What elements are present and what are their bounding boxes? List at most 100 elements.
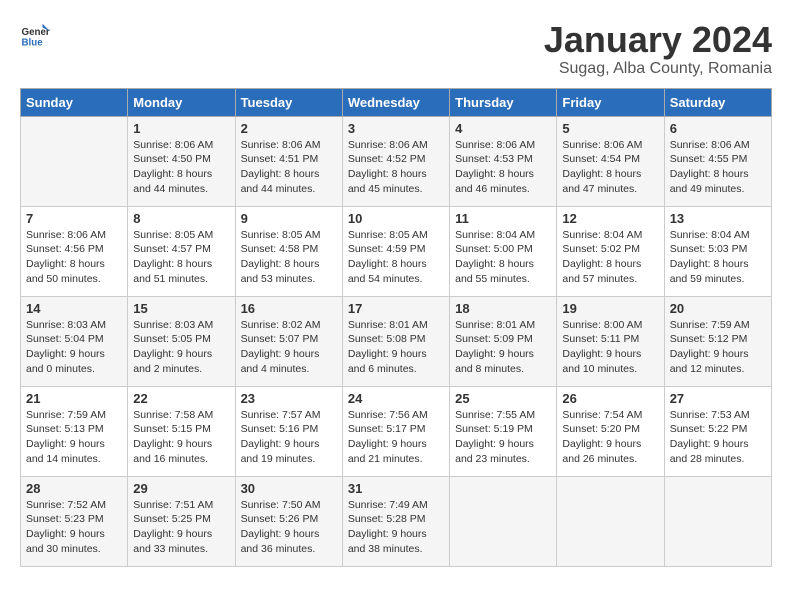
page-header: General Blue January 2024 Sugag, Alba Co…: [20, 20, 772, 78]
calendar-day-cell: 26 Sunrise: 7:54 AMSunset: 5:20 PMDayligh…: [557, 386, 664, 476]
day-info: Sunrise: 8:06 AMSunset: 4:54 PMDaylight:…: [562, 138, 658, 197]
calendar-day-cell: [450, 476, 557, 566]
day-number: 14: [26, 301, 122, 316]
day-info: Sunrise: 8:03 AMSunset: 5:05 PMDaylight:…: [133, 318, 229, 377]
day-number: 27: [670, 391, 766, 406]
title-block: January 2024 Sugag, Alba County, Romania: [544, 20, 772, 78]
day-info: Sunrise: 8:06 AMSunset: 4:51 PMDaylight:…: [241, 138, 337, 197]
day-number: 15: [133, 301, 229, 316]
calendar-day-cell: 17Sunrise: 8:01 AMSunset: 5:08 PMDayligh…: [342, 296, 449, 386]
calendar-day-cell: 12Sunrise: 8:04 AMSunset: 5:02 PMDayligh…: [557, 206, 664, 296]
day-number: 31: [348, 481, 444, 496]
day-number: 24: [348, 391, 444, 406]
weekday-header-sunday: Sunday: [21, 88, 128, 116]
day-number: 10: [348, 211, 444, 226]
day-info: Sunrise: 7:54 AMSunset: 5:20 PMDaylight:…: [562, 408, 658, 467]
calendar-day-cell: 24 Sunrise: 7:56 AMSunset: 5:17 PMDayligh…: [342, 386, 449, 476]
calendar-day-cell: 16Sunrise: 8:02 AMSunset: 5:07 PMDayligh…: [235, 296, 342, 386]
day-number: 18: [455, 301, 551, 316]
day-number: 17: [348, 301, 444, 316]
day-info: Sunrise: 7:49 AMSunset: 5:28 PMDaylight:…: [348, 498, 444, 557]
weekday-header-friday: Friday: [557, 88, 664, 116]
day-info: Sunrise: 8:02 AMSunset: 5:07 PMDaylight:…: [241, 318, 337, 377]
day-info: Sunrise: 8:03 AMSunset: 5:04 PMDaylight:…: [26, 318, 122, 377]
day-info: Sunrise: 7:59 AMSunset: 5:13 PMDaylight:…: [26, 408, 122, 467]
logo: General Blue: [20, 20, 50, 50]
weekday-header-row: SundayMondayTuesdayWednesdayThursdayFrid…: [21, 88, 772, 116]
day-number: 22: [133, 391, 229, 406]
calendar-day-cell: 4 Sunrise: 8:06 AMSunset: 4:53 PMDaylight…: [450, 116, 557, 206]
calendar-day-cell: 25Sunrise: 7:55 AMSunset: 5:19 PMDayligh…: [450, 386, 557, 476]
day-number: 1: [133, 121, 229, 136]
day-number: 7: [26, 211, 122, 226]
day-number: 30: [241, 481, 337, 496]
day-info: Sunrise: 8:05 AMSunset: 4:57 PMDaylight:…: [133, 228, 229, 287]
day-number: 29: [133, 481, 229, 496]
calendar-day-cell: 19Sunrise: 8:00 AMSunset: 5:11 PMDayligh…: [557, 296, 664, 386]
day-number: 11: [455, 211, 551, 226]
weekday-header-saturday: Saturday: [664, 88, 771, 116]
calendar-week-row: 7Sunrise: 8:06 AMSunset: 4:56 PMDaylight…: [21, 206, 772, 296]
weekday-header-tuesday: Tuesday: [235, 88, 342, 116]
day-info: Sunrise: 7:56 AMSunset: 5:17 PMDaylight:…: [348, 408, 444, 467]
day-info: Sunrise: 8:05 AMSunset: 4:58 PMDaylight:…: [241, 228, 337, 287]
calendar-week-row: 14 Sunrise: 8:03 AMSunset: 5:04 PMDayligh…: [21, 296, 772, 386]
calendar-day-cell: 15 Sunrise: 8:03 AMSunset: 5:05 PMDayligh…: [128, 296, 235, 386]
day-number: 26: [562, 391, 658, 406]
calendar-header: SundayMondayTuesdayWednesdayThursdayFrid…: [21, 88, 772, 116]
calendar-day-cell: 30 Sunrise: 7:50 AMSunset: 5:26 PMDayligh…: [235, 476, 342, 566]
calendar-day-cell: 20Sunrise: 7:59 AMSunset: 5:12 PMDayligh…: [664, 296, 771, 386]
day-number: 23: [241, 391, 337, 406]
location: Sugag, Alba County, Romania: [544, 60, 772, 78]
day-number: 19: [562, 301, 658, 316]
calendar-day-cell: 9Sunrise: 8:05 AMSunset: 4:58 PMDaylight…: [235, 206, 342, 296]
day-number: 12: [562, 211, 658, 226]
day-info: Sunrise: 7:59 AMSunset: 5:12 PMDaylight:…: [670, 318, 766, 377]
day-info: Sunrise: 8:04 AMSunset: 5:03 PMDaylight:…: [670, 228, 766, 287]
calendar-day-cell: 6Sunrise: 8:06 AMSunset: 4:55 PMDaylight…: [664, 116, 771, 206]
day-info: Sunrise: 7:57 AMSunset: 5:16 PMDaylight:…: [241, 408, 337, 467]
calendar-day-cell: 10 Sunrise: 8:05 AMSunset: 4:59 PMDayligh…: [342, 206, 449, 296]
calendar-day-cell: 27Sunrise: 7:53 AMSunset: 5:22 PMDayligh…: [664, 386, 771, 476]
calendar-day-cell: 29 Sunrise: 7:51 AMSunset: 5:25 PMDayligh…: [128, 476, 235, 566]
calendar-day-cell: 5 Sunrise: 8:06 AMSunset: 4:54 PMDaylight…: [557, 116, 664, 206]
calendar-day-cell: 21Sunrise: 7:59 AMSunset: 5:13 PMDayligh…: [21, 386, 128, 476]
calendar-week-row: 21Sunrise: 7:59 AMSunset: 5:13 PMDayligh…: [21, 386, 772, 476]
day-info: Sunrise: 8:04 AMSunset: 5:00 PMDaylight:…: [455, 228, 551, 287]
calendar-day-cell: 31 Sunrise: 7:49 AMSunset: 5:28 PMDayligh…: [342, 476, 449, 566]
calendar-week-row: 28Sunrise: 7:52 AMSunset: 5:23 PMDayligh…: [21, 476, 772, 566]
day-number: 5: [562, 121, 658, 136]
svg-text:Blue: Blue: [22, 38, 44, 49]
calendar-day-cell: 11 Sunrise: 8:04 AMSunset: 5:00 PMDayligh…: [450, 206, 557, 296]
calendar-day-cell: 1 Sunrise: 8:06 AMSunset: 4:50 PMDaylight…: [128, 116, 235, 206]
day-info: Sunrise: 8:05 AMSunset: 4:59 PMDaylight:…: [348, 228, 444, 287]
day-number: 6: [670, 121, 766, 136]
calendar-body: 1 Sunrise: 8:06 AMSunset: 4:50 PMDaylight…: [21, 116, 772, 566]
day-info: Sunrise: 8:06 AMSunset: 4:50 PMDaylight:…: [133, 138, 229, 197]
day-number: 2: [241, 121, 337, 136]
day-number: 25: [455, 391, 551, 406]
day-info: Sunrise: 8:01 AMSunset: 5:09 PMDaylight:…: [455, 318, 551, 377]
day-info: Sunrise: 8:06 AMSunset: 4:52 PMDaylight:…: [348, 138, 444, 197]
calendar-day-cell: 7Sunrise: 8:06 AMSunset: 4:56 PMDaylight…: [21, 206, 128, 296]
weekday-header-thursday: Thursday: [450, 88, 557, 116]
calendar-day-cell: 22Sunrise: 7:58 AMSunset: 5:15 PMDayligh…: [128, 386, 235, 476]
day-number: 3: [348, 121, 444, 136]
calendar-day-cell: 13Sunrise: 8:04 AMSunset: 5:03 PMDayligh…: [664, 206, 771, 296]
month-title: January 2024: [544, 20, 772, 60]
calendar-day-cell: 3 Sunrise: 8:06 AMSunset: 4:52 PMDaylight…: [342, 116, 449, 206]
calendar-day-cell: 8 Sunrise: 8:05 AMSunset: 4:57 PMDaylight…: [128, 206, 235, 296]
calendar-day-cell: 2 Sunrise: 8:06 AMSunset: 4:51 PMDaylight…: [235, 116, 342, 206]
calendar-day-cell: 18 Sunrise: 8:01 AMSunset: 5:09 PMDayligh…: [450, 296, 557, 386]
day-info: Sunrise: 7:51 AMSunset: 5:25 PMDaylight:…: [133, 498, 229, 557]
day-info: Sunrise: 7:50 AMSunset: 5:26 PMDaylight:…: [241, 498, 337, 557]
day-info: Sunrise: 8:06 AMSunset: 4:53 PMDaylight:…: [455, 138, 551, 197]
calendar-day-cell: [21, 116, 128, 206]
weekday-header-wednesday: Wednesday: [342, 88, 449, 116]
calendar-day-cell: 14 Sunrise: 8:03 AMSunset: 5:04 PMDayligh…: [21, 296, 128, 386]
calendar-week-row: 1 Sunrise: 8:06 AMSunset: 4:50 PMDaylight…: [21, 116, 772, 206]
day-number: 8: [133, 211, 229, 226]
calendar-day-cell: 28Sunrise: 7:52 AMSunset: 5:23 PMDayligh…: [21, 476, 128, 566]
day-number: 4: [455, 121, 551, 136]
day-info: Sunrise: 7:52 AMSunset: 5:23 PMDaylight:…: [26, 498, 122, 557]
